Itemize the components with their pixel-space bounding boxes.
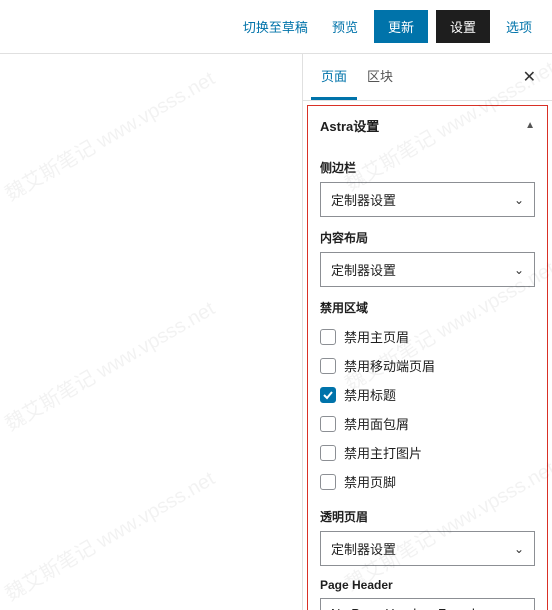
checkbox-row: 禁用主打图片 (320, 438, 535, 467)
update-button[interactable]: 更新 (374, 10, 428, 43)
astra-panel-header[interactable]: Astra设置 ▲ (308, 106, 547, 145)
checkbox-label: 禁用面包屑 (344, 414, 409, 433)
preview-button[interactable]: 预览 (324, 11, 366, 42)
tab-page[interactable]: 页面 (311, 54, 357, 100)
sidebar-tabs: 页面 区块 ✕ (303, 54, 552, 101)
page-header-label: Page Header (320, 578, 535, 592)
select-value: 定制器设置 (331, 260, 396, 279)
checkbox-row: 禁用页脚 (320, 467, 535, 496)
checkbox[interactable] (320, 387, 336, 403)
tab-block[interactable]: 区块 (357, 54, 403, 100)
chevron-down-icon: ⌄ (514, 607, 524, 610)
checkbox-row: 禁用面包屑 (320, 409, 535, 438)
checkbox-label: 禁用页脚 (344, 472, 396, 491)
checkbox[interactable] (320, 329, 336, 345)
chevron-down-icon: ⌄ (514, 263, 524, 277)
checkbox[interactable] (320, 474, 336, 490)
check-icon (323, 390, 333, 400)
transparent-header-select[interactable]: 定制器设置 ⌄ (320, 531, 535, 566)
checkbox[interactable] (320, 416, 336, 432)
disabled-area-label: 禁用区域 (320, 299, 535, 316)
checkbox-label: 禁用标题 (344, 385, 396, 404)
chevron-down-icon: ⌄ (514, 193, 524, 207)
checkbox-row: 禁用主页眉 (320, 322, 535, 351)
settings-sidebar: 页面 区块 ✕ Astra设置 ▲ 侧边栏 定制器设置 ⌄ (302, 54, 552, 610)
top-actions: 切换至草稿 预览 更新 设置 选项 (0, 0, 552, 54)
select-value: 定制器设置 (331, 539, 396, 558)
sidebar-label: 侧边栏 (320, 159, 535, 176)
content-layout-label: 内容布局 (320, 229, 535, 246)
settings-button[interactable]: 设置 (436, 10, 490, 43)
checkbox-row: 禁用标题 (320, 380, 535, 409)
chevron-down-icon: ⌄ (514, 542, 524, 556)
astra-settings-panel: Astra设置 ▲ 侧边栏 定制器设置 ⌄ 内容布局 定制器设置 ⌄ (307, 105, 548, 610)
close-sidebar-button[interactable]: ✕ (515, 59, 544, 95)
select-value: 定制器设置 (331, 190, 396, 209)
transparent-header-label: 透明页眉 (320, 508, 535, 525)
editor-canvas[interactable] (0, 54, 302, 610)
caret-up-icon: ▲ (525, 120, 535, 131)
select-value: No Page Headers Found (331, 606, 475, 610)
checkbox[interactable] (320, 358, 336, 374)
switch-to-draft-button[interactable]: 切换至草稿 (235, 11, 316, 42)
checkbox-row: 禁用移动端页眉 (320, 351, 535, 380)
checkbox-label: 禁用主打图片 (344, 443, 422, 462)
content-layout-select[interactable]: 定制器设置 ⌄ (320, 252, 535, 287)
sidebar-select[interactable]: 定制器设置 ⌄ (320, 182, 535, 217)
options-button[interactable]: 选项 (498, 11, 540, 42)
checkbox[interactable] (320, 445, 336, 461)
close-icon: ✕ (523, 69, 536, 86)
panel-title: Astra设置 (320, 116, 379, 135)
checkbox-label: 禁用移动端页眉 (344, 356, 435, 375)
checkbox-label: 禁用主页眉 (344, 327, 409, 346)
